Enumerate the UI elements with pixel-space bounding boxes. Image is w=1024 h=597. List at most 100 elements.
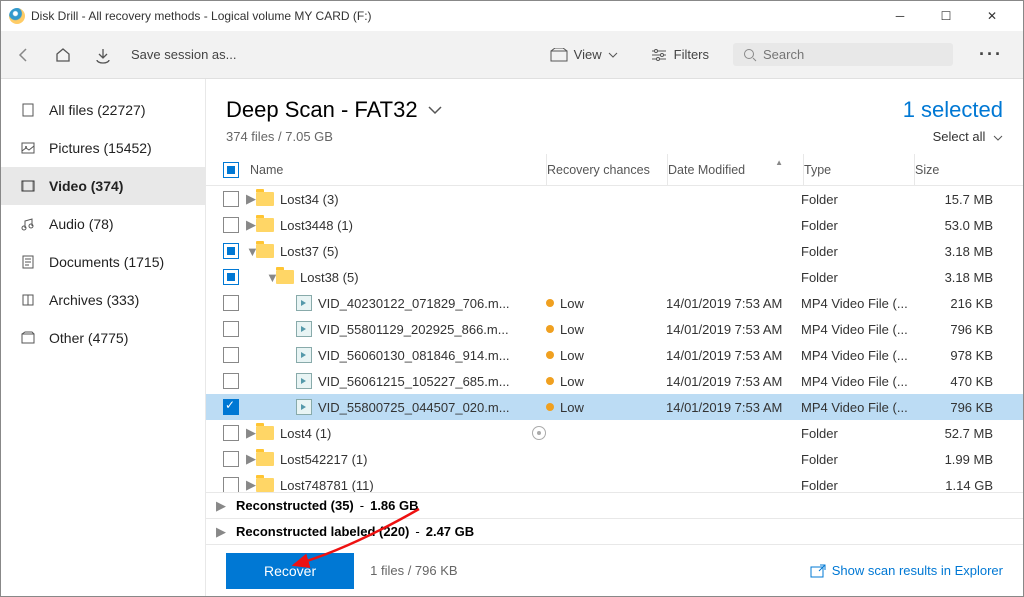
table-row[interactable]: VID_55800725_044507_020.m... Low 14/01/201… xyxy=(206,394,1023,420)
table-row[interactable]: ▼ Lost37 (5)Folder3.18 MB xyxy=(206,238,1023,264)
date-modified: 14/01/2019 7:53 AM xyxy=(666,400,801,415)
row-checkbox[interactable] xyxy=(223,217,239,233)
titlebar: Disk Drill - All recovery methods - Logi… xyxy=(1,1,1023,31)
expand-toggle[interactable]: ▶ xyxy=(246,217,256,233)
col-type[interactable]: Type xyxy=(804,163,914,177)
documents-icon xyxy=(19,253,37,271)
scan-title[interactable]: Deep Scan - FAT32 xyxy=(226,97,442,123)
expand-toggle[interactable]: ▶ xyxy=(246,451,256,467)
minimize-button[interactable]: ─ xyxy=(877,1,923,31)
sidebar-item-allfiles[interactable]: All files (22727) xyxy=(1,91,205,129)
file-size: 470 KB xyxy=(911,374,1023,389)
filters-button[interactable]: Filters xyxy=(642,43,717,66)
table-row[interactable]: ▶ Lost542217 (1)Folder1.99 MB xyxy=(206,446,1023,472)
file-name: VID_40230122_071829_706.m... xyxy=(318,296,510,311)
sidebar-item-label: All files (22727) xyxy=(49,102,146,118)
view-label: View xyxy=(574,47,602,62)
content: Deep Scan - FAT32 374 files / 7.05 GB 1 … xyxy=(206,79,1023,596)
expand-toggle[interactable]: ▶ xyxy=(216,524,226,540)
summary-row[interactable]: ▶Reconstructed labeled (220)-2.47 GB xyxy=(206,518,1023,544)
col-date[interactable]: Date Modified ▲ xyxy=(668,163,803,177)
audio-icon xyxy=(19,215,37,233)
folder-icon xyxy=(256,218,274,232)
table-row[interactable]: VID_40230122_071829_706.m...Low14/01/201… xyxy=(206,290,1023,316)
col-name[interactable]: Name xyxy=(246,163,546,177)
download-icon[interactable] xyxy=(91,43,115,67)
preview-icon[interactable] xyxy=(532,426,546,440)
sidebar-item-other[interactable]: Other (4775) xyxy=(1,319,205,357)
expand-toggle[interactable]: ▶ xyxy=(246,425,256,441)
expand-toggle[interactable]: ▶ xyxy=(246,477,256,492)
table-row[interactable]: ▶ Lost4 (1)Folder52.7 MB xyxy=(206,420,1023,446)
expand-toggle[interactable]: ▶ xyxy=(216,498,226,514)
file-type: MP4 Video File (... xyxy=(801,348,911,363)
table-row[interactable]: VID_56060130_081846_914.m...Low14/01/201… xyxy=(206,342,1023,368)
table-row[interactable]: VID_55801129_202925_866.m...Low14/01/201… xyxy=(206,316,1023,342)
row-checkbox[interactable] xyxy=(223,425,239,441)
table-row[interactable]: ▶ Lost34 (3)Folder15.7 MB xyxy=(206,186,1023,212)
more-button[interactable]: ··· xyxy=(969,44,1013,65)
save-session-button[interactable]: Save session as... xyxy=(131,47,237,62)
table-row[interactable]: ▶ Lost748781 (11)Folder1.14 GB xyxy=(206,472,1023,492)
row-checkbox[interactable] xyxy=(223,399,239,415)
close-button[interactable]: ✕ xyxy=(969,1,1015,31)
file-name: VID_55800725_044507_020.m... xyxy=(318,400,510,415)
row-checkbox[interactable] xyxy=(223,243,239,259)
sidebar-item-video[interactable]: Video (374) xyxy=(1,167,205,205)
back-button[interactable] xyxy=(11,43,35,67)
recovery-chance: Low xyxy=(560,296,584,311)
file-type: Folder xyxy=(801,218,911,233)
table-row[interactable]: ▼ Lost38 (5)Folder3.18 MB xyxy=(206,264,1023,290)
show-in-explorer-button[interactable]: Show scan results in Explorer xyxy=(810,563,1003,578)
file-list[interactable]: ▶ Lost34 (3)Folder15.7 MB▶ Lost3448 (1)F… xyxy=(206,186,1023,492)
recovery-chance: Low xyxy=(560,400,584,415)
select-all-button[interactable]: Select all xyxy=(903,129,1003,144)
pictures-icon xyxy=(19,139,37,157)
file-type: Folder xyxy=(801,478,911,493)
chevron-down-icon xyxy=(993,135,1003,141)
chance-dot xyxy=(546,403,554,411)
expand-toggle[interactable]: ▼ xyxy=(266,270,276,285)
table-row[interactable]: VID_56061215_105227_685.m...Low14/01/201… xyxy=(206,368,1023,394)
sidebar-item-archives[interactable]: Archives (333) xyxy=(1,281,205,319)
maximize-button[interactable]: ☐ xyxy=(923,1,969,31)
video-file-icon xyxy=(296,321,312,337)
video-file-icon xyxy=(296,399,312,415)
row-checkbox[interactable] xyxy=(223,321,239,337)
row-checkbox[interactable] xyxy=(223,191,239,207)
col-size[interactable]: Size xyxy=(915,163,1023,177)
scan-subtitle: 374 files / 7.05 GB xyxy=(226,129,442,144)
row-checkbox[interactable] xyxy=(223,295,239,311)
folder-icon xyxy=(256,452,274,466)
file-name: Lost34 (3) xyxy=(280,192,339,207)
table-row[interactable]: ▶ Lost3448 (1)Folder53.0 MB xyxy=(206,212,1023,238)
app-icon xyxy=(9,8,25,24)
row-checkbox[interactable] xyxy=(223,451,239,467)
row-checkbox[interactable] xyxy=(223,347,239,363)
row-checkbox[interactable] xyxy=(223,477,239,492)
row-checkbox[interactable] xyxy=(223,269,239,285)
search-input[interactable] xyxy=(763,47,943,62)
sidebar-item-label: Video (374) xyxy=(49,178,123,194)
file-type: Folder xyxy=(801,426,911,441)
sidebar-item-audio[interactable]: Audio (78) xyxy=(1,205,205,243)
search-icon xyxy=(743,48,757,62)
view-button[interactable]: View xyxy=(542,43,626,66)
file-name: VID_56060130_081846_914.m... xyxy=(318,348,510,363)
summary-row[interactable]: ▶Reconstructed (35)-1.86 GB xyxy=(206,492,1023,518)
search-box[interactable] xyxy=(733,43,953,66)
header-checkbox[interactable] xyxy=(223,162,239,178)
col-recovery[interactable]: Recovery chances xyxy=(547,163,667,177)
sidebar-item-pictures[interactable]: Pictures (15452) xyxy=(1,129,205,167)
recover-button[interactable]: Recover xyxy=(226,553,354,589)
file-size: 52.7 MB xyxy=(911,426,1023,441)
row-checkbox[interactable] xyxy=(223,373,239,389)
file-size: 978 KB xyxy=(911,348,1023,363)
expand-toggle[interactable]: ▼ xyxy=(246,244,256,259)
other-icon xyxy=(19,329,37,347)
expand-toggle[interactable]: ▶ xyxy=(246,191,256,207)
home-button[interactable] xyxy=(51,43,75,67)
video-file-icon xyxy=(296,347,312,363)
date-modified: 14/01/2019 7:53 AM xyxy=(666,348,801,363)
sidebar-item-documents[interactable]: Documents (1715) xyxy=(1,243,205,281)
